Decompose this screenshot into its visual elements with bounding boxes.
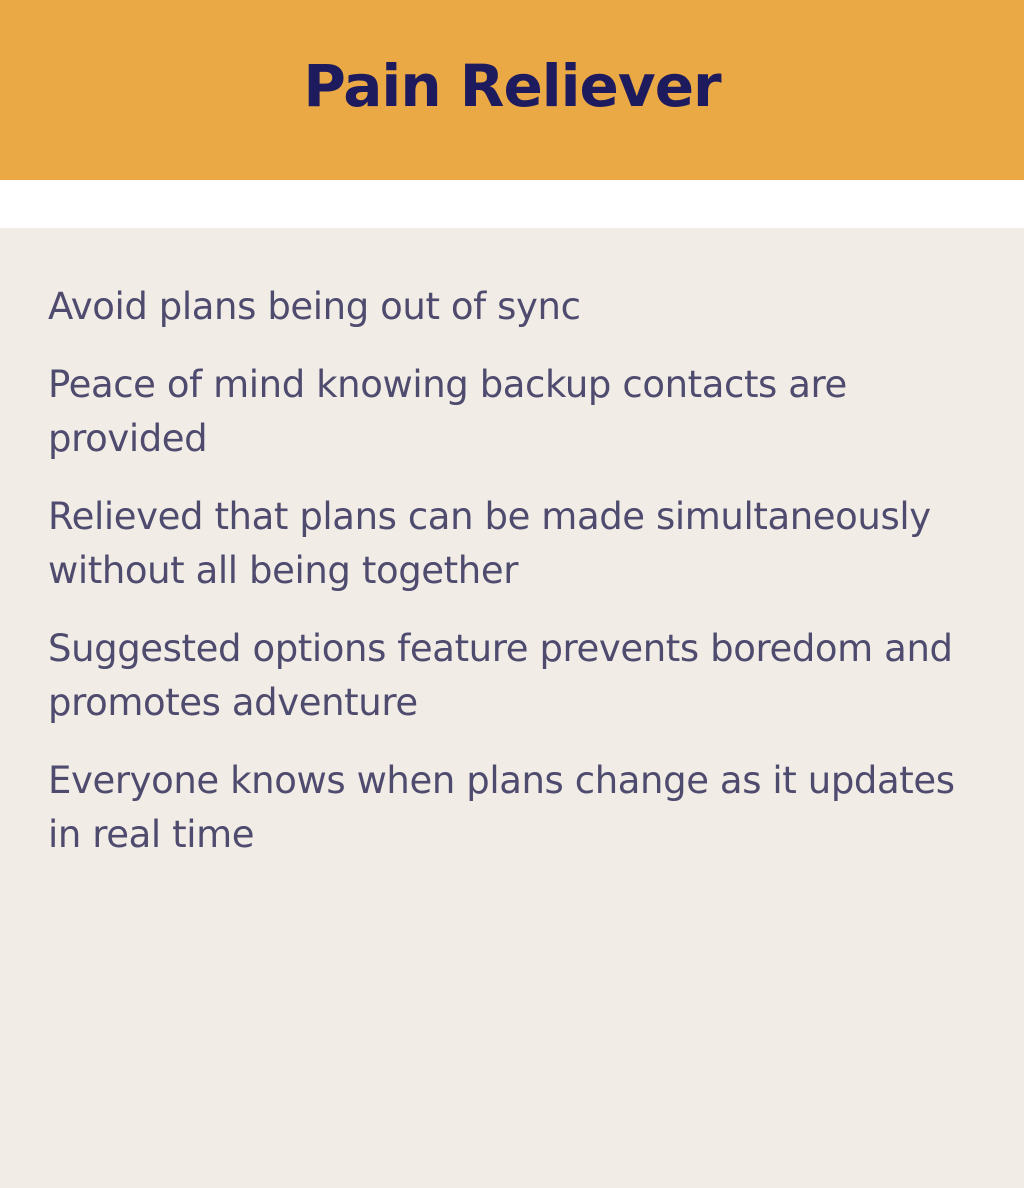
header-banner: Pain Reliever bbox=[0, 0, 1024, 180]
list-item: Everyone knows when plans change as it u… bbox=[48, 759, 955, 856]
page-title: Pain Reliever bbox=[303, 52, 721, 120]
list-item: Peace of mind knowing backup contacts ar… bbox=[48, 363, 847, 460]
pain-reliever-card: Pain Reliever Avoid plans being out of s… bbox=[0, 0, 1024, 1188]
content-panel: Avoid plans being out of sync Peace of m… bbox=[0, 228, 1024, 1188]
list-item: Suggested options feature prevents bored… bbox=[48, 627, 953, 724]
list-item: Avoid plans being out of sync bbox=[48, 285, 581, 328]
list-item: Relieved that plans can be made simultan… bbox=[48, 495, 931, 592]
divider-gap bbox=[0, 180, 1024, 228]
pain-reliever-list: Avoid plans being out of sync Peace of m… bbox=[0, 228, 1024, 862]
